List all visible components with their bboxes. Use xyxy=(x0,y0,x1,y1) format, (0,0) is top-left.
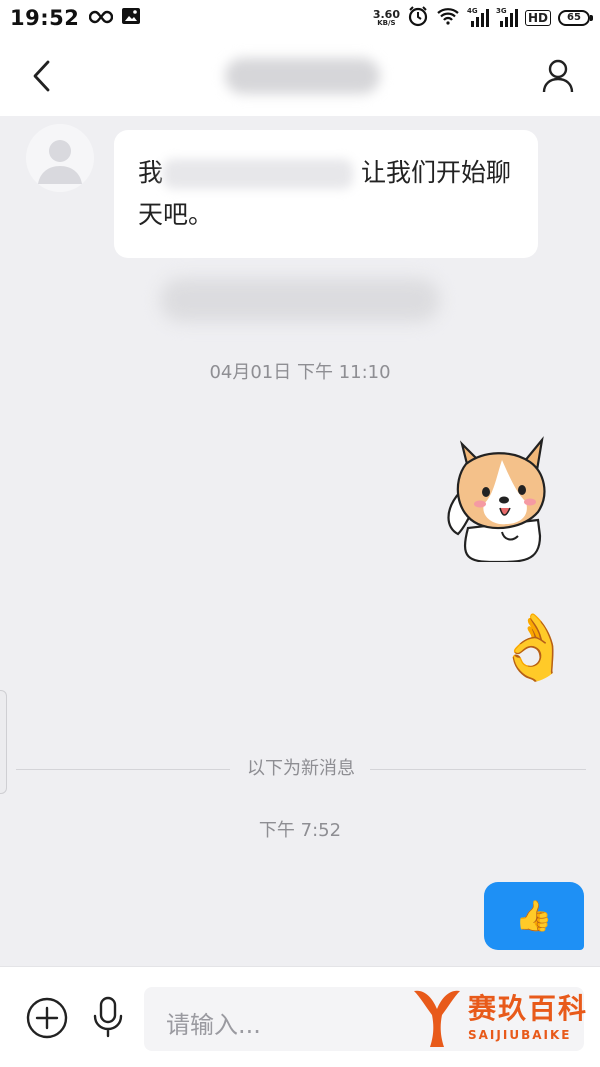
ok-hand-emoji[interactable]: 👌 xyxy=(494,606,574,690)
voice-input-button[interactable] xyxy=(88,995,128,1039)
chat-area[interactable]: 我让我们开始聊天吧。 04月01日 下午 11:10 👌 以下为新消息 下午 7… xyxy=(0,116,600,966)
add-attachment-button[interactable] xyxy=(26,997,68,1039)
timestamp: 下午 7:52 xyxy=(258,820,342,841)
plus-circle-icon xyxy=(26,997,68,1039)
message-prefix: 我 xyxy=(138,158,164,187)
new-messages-label: 以下为新消息 xyxy=(237,758,365,779)
infinity-icon xyxy=(89,9,114,28)
whale-tail-logo-icon xyxy=(414,990,460,1047)
watermark-logo: 赛玖百科 SAIJIUBAIKE xyxy=(410,980,596,1056)
chevron-left-icon xyxy=(33,60,50,92)
microphone-icon xyxy=(93,996,123,1038)
signal-sim1-icon: 4G xyxy=(467,7,489,27)
wifi-icon xyxy=(436,7,460,29)
contact-avatar[interactable] xyxy=(26,124,94,192)
message-input-placeholder: 请输入... xyxy=(166,1011,261,1039)
new-messages-divider: 以下为新消息 xyxy=(16,758,586,780)
signal-sim2-icon: 3G xyxy=(496,7,518,27)
watermark-en-text: SAIJIUBAIKE xyxy=(468,1028,572,1042)
image-notification-icon xyxy=(121,7,141,29)
side-drawer-handle[interactable] xyxy=(0,690,7,794)
watermark-cn-text: 赛玖百科 xyxy=(468,992,589,1025)
corgi-sticker[interactable] xyxy=(440,432,550,564)
chat-header xyxy=(0,36,600,116)
status-time: 19:52 xyxy=(10,6,80,30)
incoming-message-bubble[interactable]: 我让我们开始聊天吧。 xyxy=(114,130,538,258)
default-avatar-icon xyxy=(38,140,82,184)
system-notice-blurred xyxy=(160,278,440,322)
timestamp: 04月01日 下午 11:10 xyxy=(209,362,391,383)
network-speed: 3.60 KB/S xyxy=(372,8,400,27)
back-button[interactable] xyxy=(22,56,62,96)
person-icon xyxy=(542,59,574,93)
profile-button[interactable] xyxy=(538,56,578,96)
battery-icon: 65 xyxy=(558,10,593,26)
blurred-name xyxy=(163,159,354,189)
status-bar: 19:52 3.60 KB/S 4G 3G HD 65 xyxy=(0,0,600,36)
contact-name-blurred xyxy=(225,58,380,94)
thumbs-up-emoji: 👍 xyxy=(515,898,553,934)
hd-voice-badge: HD xyxy=(524,10,551,26)
alarm-icon xyxy=(407,5,429,31)
outgoing-message-bubble[interactable]: 👍 xyxy=(484,882,584,950)
